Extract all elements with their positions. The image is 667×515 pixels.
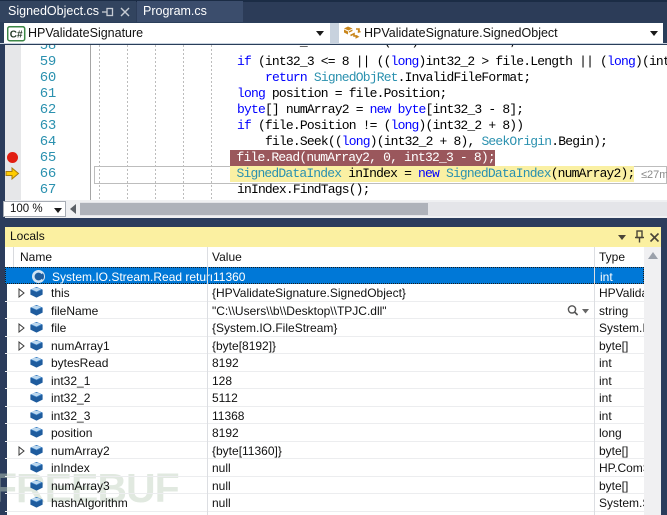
svg-text:C#: C# [10,29,23,40]
